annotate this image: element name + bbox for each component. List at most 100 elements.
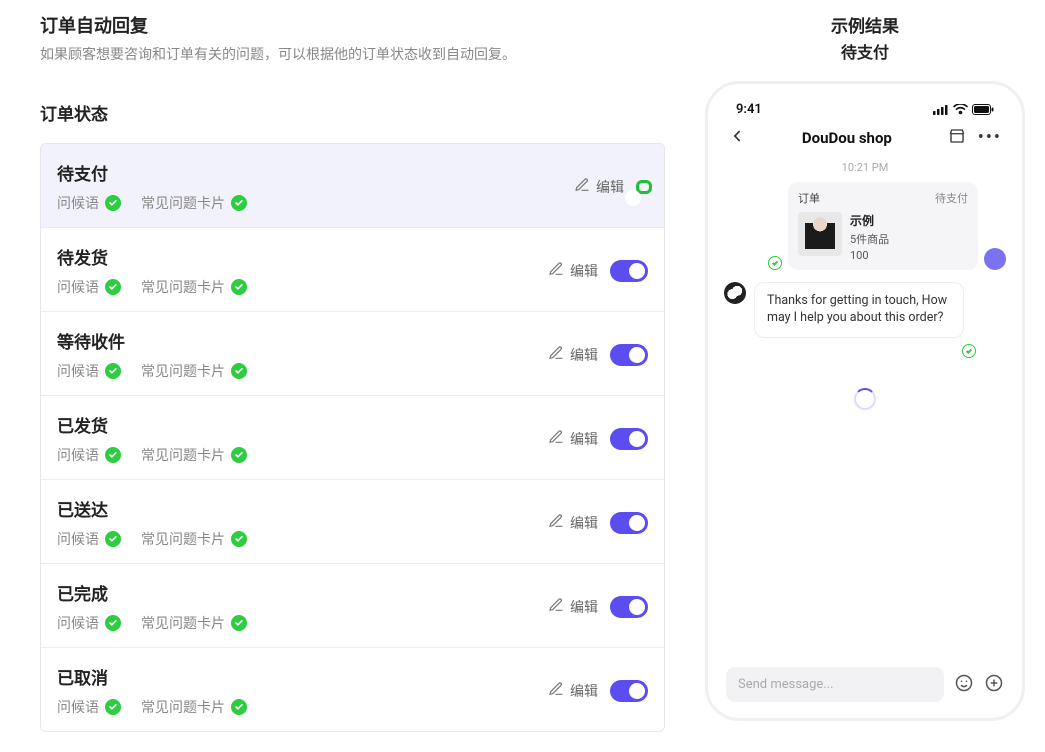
signal-icon xyxy=(933,105,949,115)
order-card[interactable]: 订单 待支付 示例 5件商品 100 xyxy=(788,182,978,270)
smile-icon xyxy=(954,673,974,693)
edit-button[interactable]: 编辑 xyxy=(548,597,598,617)
faq-card-tag-label: 常见问题卡片 xyxy=(141,697,225,717)
check-circle-icon xyxy=(231,531,247,547)
greeting-tag: 问候语 xyxy=(57,697,121,717)
greeting-tag: 问候语 xyxy=(57,277,121,297)
status-row[interactable]: 待发货 问候语 常见问题卡片 编辑 xyxy=(41,227,664,311)
faq-card-tag-label: 常见问题卡片 xyxy=(141,445,225,465)
toggle-switch[interactable] xyxy=(610,680,648,702)
bot-avatar xyxy=(724,282,746,304)
more-button[interactable]: ••• xyxy=(978,129,1002,147)
product-name: 示例 xyxy=(850,212,889,229)
section-title: 订单自动回复 xyxy=(40,12,665,38)
edit-button[interactable]: 编辑 xyxy=(574,177,624,197)
composer: Send message... xyxy=(722,663,1008,702)
faq-card-tag: 常见问题卡片 xyxy=(141,697,247,717)
status-row[interactable]: 已送达 问候语 常见问题卡片 编辑 xyxy=(41,479,664,563)
edit-button[interactable]: 编辑 xyxy=(548,429,598,449)
status-title: 已完成 xyxy=(57,580,247,605)
edit-icon xyxy=(548,597,564,617)
check-circle-icon xyxy=(105,699,121,715)
section-description: 如果顾客想要咨询和订单有关的问题，可以根据他的订单状态收到自动回复。 xyxy=(40,44,665,64)
status-title: 已送达 xyxy=(57,496,247,521)
check-circle-icon xyxy=(105,447,121,463)
check-circle-icon xyxy=(231,615,247,631)
status-title: 已发货 xyxy=(57,412,247,437)
add-button[interactable] xyxy=(984,673,1004,697)
edit-button[interactable]: 编辑 xyxy=(548,513,598,533)
product-qty: 5件商品 xyxy=(850,231,889,247)
faq-card-tag: 常见问题卡片 xyxy=(141,361,247,381)
status-row[interactable]: 已发货 问候语 常见问题卡片 编辑 xyxy=(41,395,664,479)
edit-button[interactable]: 编辑 xyxy=(548,681,598,701)
faq-card-tag-label: 常见问题卡片 xyxy=(141,529,225,549)
chevron-left-icon xyxy=(728,127,746,145)
edit-icon xyxy=(548,429,564,449)
edit-label: 编辑 xyxy=(570,597,598,617)
greeting-tag-label: 问候语 xyxy=(57,193,99,213)
toggle-switch[interactable] xyxy=(610,428,648,450)
check-circle-icon xyxy=(231,447,247,463)
battery-icon xyxy=(972,104,994,115)
wifi-icon xyxy=(953,104,968,115)
edit-icon xyxy=(548,261,564,281)
order-card-label: 订单 xyxy=(798,190,820,206)
toggle-switch[interactable] xyxy=(610,512,648,534)
statusbar-time: 9:41 xyxy=(736,102,762,117)
edit-icon xyxy=(574,177,590,197)
store-button[interactable] xyxy=(948,127,966,149)
status-title: 等待收件 xyxy=(57,328,247,353)
check-circle-icon xyxy=(768,256,782,270)
faq-card-tag-label: 常见问题卡片 xyxy=(141,613,225,633)
edit-button[interactable]: 编辑 xyxy=(548,345,598,365)
faq-card-tag-label: 常见问题卡片 xyxy=(141,277,225,297)
back-button[interactable] xyxy=(728,127,746,149)
message-input[interactable]: Send message... xyxy=(726,667,944,702)
edit-label: 编辑 xyxy=(596,177,624,197)
plus-circle-icon xyxy=(984,673,1004,693)
status-title: 已取消 xyxy=(57,664,247,689)
order-status-heading: 订单状态 xyxy=(40,100,665,125)
emoji-button[interactable] xyxy=(954,673,974,697)
faq-card-tag-label: 常见问题卡片 xyxy=(141,193,225,213)
status-row[interactable]: 已完成 问候语 常见问题卡片 编辑 xyxy=(41,563,664,647)
highlight-box xyxy=(636,180,652,194)
toggle-switch[interactable] xyxy=(610,344,648,366)
edit-icon xyxy=(548,513,564,533)
greeting-tag-label: 问候语 xyxy=(57,529,99,549)
edit-label: 编辑 xyxy=(570,429,598,449)
status-row[interactable]: 待支付 问候语 常见问题卡片 编辑 xyxy=(41,144,664,227)
check-circle-icon xyxy=(105,363,121,379)
order-status-list: 待支付 问候语 常见问题卡片 编辑 待发货 xyxy=(40,143,665,732)
toggle-switch[interactable] xyxy=(610,260,648,282)
greeting-tag: 问候语 xyxy=(57,529,121,549)
edit-label: 编辑 xyxy=(570,681,598,701)
greeting-tag: 问候语 xyxy=(57,613,121,633)
greeting-tag-label: 问候语 xyxy=(57,697,99,717)
edit-label: 编辑 xyxy=(570,261,598,281)
edit-label: 编辑 xyxy=(570,513,598,533)
store-icon xyxy=(948,127,966,145)
shop-name: DouDou shop xyxy=(802,129,892,147)
greeting-tag-label: 问候语 xyxy=(57,277,99,297)
status-row[interactable]: 已取消 问候语 常见问题卡片 编辑 xyxy=(41,647,664,731)
status-row[interactable]: 等待收件 问候语 常见问题卡片 编辑 xyxy=(41,311,664,395)
faq-card-tag: 常见问题卡片 xyxy=(141,613,247,633)
greeting-tag-label: 问候语 xyxy=(57,361,99,381)
faq-card-tag: 常见问题卡片 xyxy=(141,445,247,465)
product-price: 100 xyxy=(850,249,889,262)
toggle-switch[interactable] xyxy=(610,596,648,618)
order-card-status: 待支付 xyxy=(935,190,968,206)
statusbar-icons xyxy=(933,104,994,115)
left-panel: 订单自动回复 如果顾客想要咨询和订单有关的问题，可以根据他的订单状态收到自动回复… xyxy=(40,12,665,732)
edit-button[interactable]: 编辑 xyxy=(548,261,598,281)
greeting-tag-label: 问候语 xyxy=(57,445,99,465)
check-circle-icon xyxy=(105,279,121,295)
check-circle-icon xyxy=(105,195,121,211)
loading-spinner xyxy=(854,388,876,410)
check-circle-icon xyxy=(962,344,976,358)
preview-panel: 示例结果 待支付 9:41 DouDou s xyxy=(705,12,1025,732)
check-circle-icon xyxy=(231,363,247,379)
user-avatar xyxy=(984,248,1006,270)
